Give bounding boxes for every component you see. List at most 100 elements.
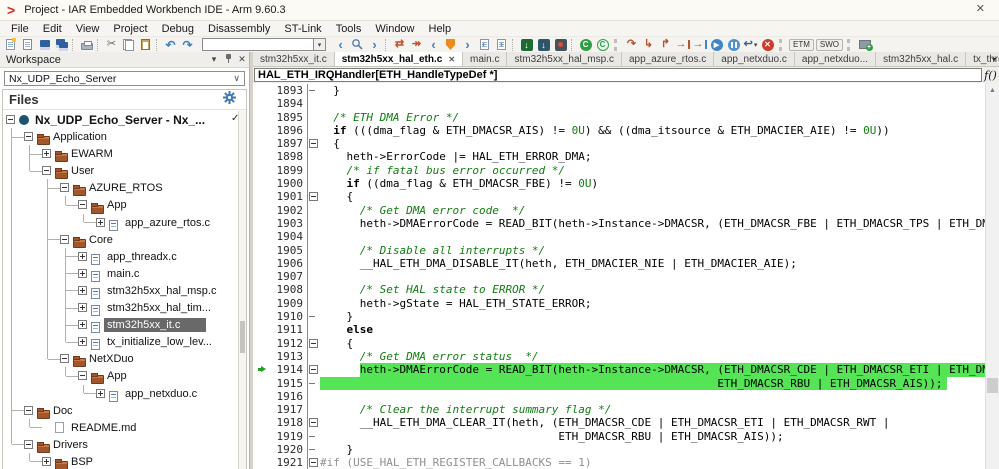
tree-item-label[interactable]: stm32h5xx_it.c (104, 318, 206, 332)
collapse-icon[interactable] (60, 235, 69, 244)
browse-back-icon[interactable]: ‹ (332, 37, 349, 52)
code-text[interactable] (320, 97, 985, 110)
menu-file[interactable]: File (4, 21, 36, 36)
code-text[interactable]: } (320, 84, 985, 97)
tree-item-label[interactable]: User (68, 164, 97, 178)
code-text[interactable] (320, 270, 985, 283)
tree-item-label[interactable]: BSP (68, 455, 96, 469)
collapse-icon[interactable] (78, 371, 87, 380)
code-text[interactable]: ETH_DMACSR_RBU | ETH_DMACSR_AIS)); (320, 377, 985, 390)
gear-icon[interactable] (223, 91, 236, 109)
tree-item-label[interactable]: main.c (104, 267, 142, 281)
fold-collapse-icon[interactable] (309, 139, 318, 148)
tree-item-label[interactable]: Drivers (50, 438, 91, 452)
editor-scrollbar[interactable]: ▲ (985, 83, 999, 469)
breakpoint-margin[interactable] (253, 137, 270, 150)
collapse-icon[interactable] (42, 166, 51, 175)
tree-row-app-azure-rtos-c[interactable]: app_azure_rtos.c (3, 214, 238, 231)
menu-debug[interactable]: Debug (155, 21, 201, 36)
code-text[interactable]: { (320, 137, 985, 150)
breakpoint-margin[interactable] (253, 443, 270, 456)
breakpoint-margin[interactable] (253, 283, 270, 296)
expand-icon[interactable] (78, 320, 87, 329)
fold-collapse-icon[interactable] (309, 458, 318, 467)
redo-icon[interactable]: ↷ (179, 37, 196, 52)
next-file-icon[interactable] (493, 37, 510, 52)
code-line-1898[interactable]: 1898 heth->ErrorCode |= HAL_ETH_ERROR_DM… (253, 150, 985, 163)
code-line-1915[interactable]: 1915 ETH_DMACSR_RBU | ETH_DMACSR_AIS)); (253, 377, 985, 390)
code-text[interactable]: /* Get DMA error code */ (320, 204, 985, 217)
fold-margin[interactable] (307, 137, 320, 150)
tree-row-app[interactable]: App (3, 367, 238, 384)
stop-debug-icon[interactable]: ✕ (759, 37, 776, 52)
breadcrumb[interactable]: HAL_ETH_IRQHandler[ETH_HandleTypeDef *] (254, 68, 982, 82)
code-text[interactable]: __HAL_ETH_DMA_CLEAR_IT(heth, (ETH_DMACSR… (320, 416, 985, 429)
fold-collapse-icon[interactable] (309, 418, 318, 427)
menu-tools[interactable]: Tools (329, 21, 369, 36)
code-text[interactable]: /* Set HAL state to ERROR */ (320, 283, 985, 296)
code-text[interactable]: heth->DMAErrorCode = READ_BIT(heth->Inst… (320, 217, 985, 230)
code-line-1914[interactable]: 1914 heth->DMAErrorCode = READ_BIT(heth-… (253, 363, 985, 376)
code-line-1911[interactable]: 1911 else (253, 323, 985, 336)
code-line-1901[interactable]: 1901 { (253, 190, 985, 203)
tree-row-azure-rtos[interactable]: AZURE_RTOS (3, 179, 238, 196)
code-text[interactable]: heth->DMAErrorCode = READ_BIT(heth->Inst… (320, 363, 985, 376)
save-all-icon[interactable] (53, 37, 70, 52)
tree-row-tx-initialize-low-lev[interactable]: tx_initialize_low_lev... (3, 333, 238, 350)
editor-scrollbar-thumb[interactable] (987, 378, 998, 393)
tab-app-azure-rtos-c[interactable]: app_azure_rtos.c (622, 52, 714, 66)
code-text[interactable]: /* Clear the interrupt summary flag */ (320, 403, 985, 416)
menu-project[interactable]: Project (106, 21, 154, 36)
breakpoint-margin[interactable] (253, 124, 270, 137)
breakpoint-margin[interactable] (253, 377, 270, 390)
tab-stm32h5xx-hal-c[interactable]: stm32h5xx_hal.c (876, 52, 966, 66)
goto-icon[interactable]: ↠ (408, 37, 425, 52)
pin-icon[interactable] (221, 54, 235, 65)
tab-overflow-icon[interactable]: ▾ (992, 55, 996, 64)
workspace-menu-icon[interactable]: ▾ (207, 54, 221, 65)
step-into-icon[interactable]: ↳ (640, 37, 657, 52)
tab-app-netxduo-c[interactable]: app_netxduo.c (714, 52, 795, 66)
code-line-1919[interactable]: 1919 ETH_DMACSR_RBU | ETH_DMACSR_AIS)); (253, 430, 985, 443)
code-line-1906[interactable]: 1906 __HAL_ETH_DMA_DISABLE_IT(heth, ETH_… (253, 257, 985, 270)
tree-row-app-netxduo-c[interactable]: app_netxduo.c (3, 385, 238, 402)
fold-margin[interactable] (307, 456, 320, 469)
expand-icon[interactable] (78, 252, 87, 261)
save-icon[interactable] (36, 37, 53, 52)
code-text[interactable]: heth->gState = HAL_ETH_STATE_ERROR; (320, 297, 985, 310)
code-line-1913[interactable]: 1913 /* Get DMA error status */ (253, 350, 985, 363)
tree-row-stm32h5xx-hal-msp-c[interactable]: stm32h5xx_hal_msp.c (3, 282, 238, 299)
workspace-config-dropdown[interactable]: Nx_UDP_Echo_Server ∨ (4, 71, 245, 86)
tree-item-label[interactable]: Core (86, 233, 116, 247)
tree-item-label[interactable]: Nx_UDP_Echo_Server - Nx_... (32, 112, 208, 128)
expand-icon[interactable] (96, 389, 105, 398)
fold-margin[interactable] (307, 190, 320, 203)
reset-icon[interactable]: ↩▾ (742, 37, 759, 52)
next-statement-icon[interactable]: → (674, 37, 691, 52)
breakpoint-margin[interactable] (253, 111, 270, 124)
undo-icon[interactable]: ↶ (162, 37, 179, 52)
tree-row-app[interactable]: App (3, 196, 238, 213)
collapse-icon[interactable] (24, 440, 33, 449)
tree-item-label[interactable]: app_netxduo.c (122, 387, 200, 401)
code-line-1900[interactable]: 1900 if ((dma_flag & ETH_DMACSR_FBE) != … (253, 177, 985, 190)
code-line-1904[interactable]: 1904 (253, 230, 985, 243)
code-line-1902[interactable]: 1902 /* Get DMA error code */ (253, 204, 985, 217)
breakpoint-margin[interactable] (253, 204, 270, 217)
tree-item-label[interactable]: App (104, 369, 130, 383)
find-icon[interactable] (349, 37, 366, 52)
collapse-icon[interactable] (78, 200, 87, 209)
tree-row-netxduo[interactable]: NetXDuo (3, 350, 238, 367)
print-icon[interactable] (78, 37, 95, 52)
step-out-icon[interactable]: ↱ (657, 37, 674, 52)
copy-icon[interactable] (120, 37, 137, 52)
tree-scrollbar[interactable] (238, 111, 246, 469)
bookmark-icon[interactable] (442, 37, 459, 52)
code-line-1896[interactable]: 1896 if (((dma_flag & ETH_DMACSR_AIS) !=… (253, 124, 985, 137)
expand-icon[interactable] (96, 218, 105, 227)
expand-icon[interactable] (78, 286, 87, 295)
tree-row-readme-md[interactable]: README.md (3, 419, 238, 436)
breakpoint-margin[interactable] (253, 257, 270, 270)
breakpoint-margin[interactable] (253, 270, 270, 283)
tree-row-stm32h5xx-hal-tim[interactable]: stm32h5xx_hal_tim... (3, 299, 238, 316)
